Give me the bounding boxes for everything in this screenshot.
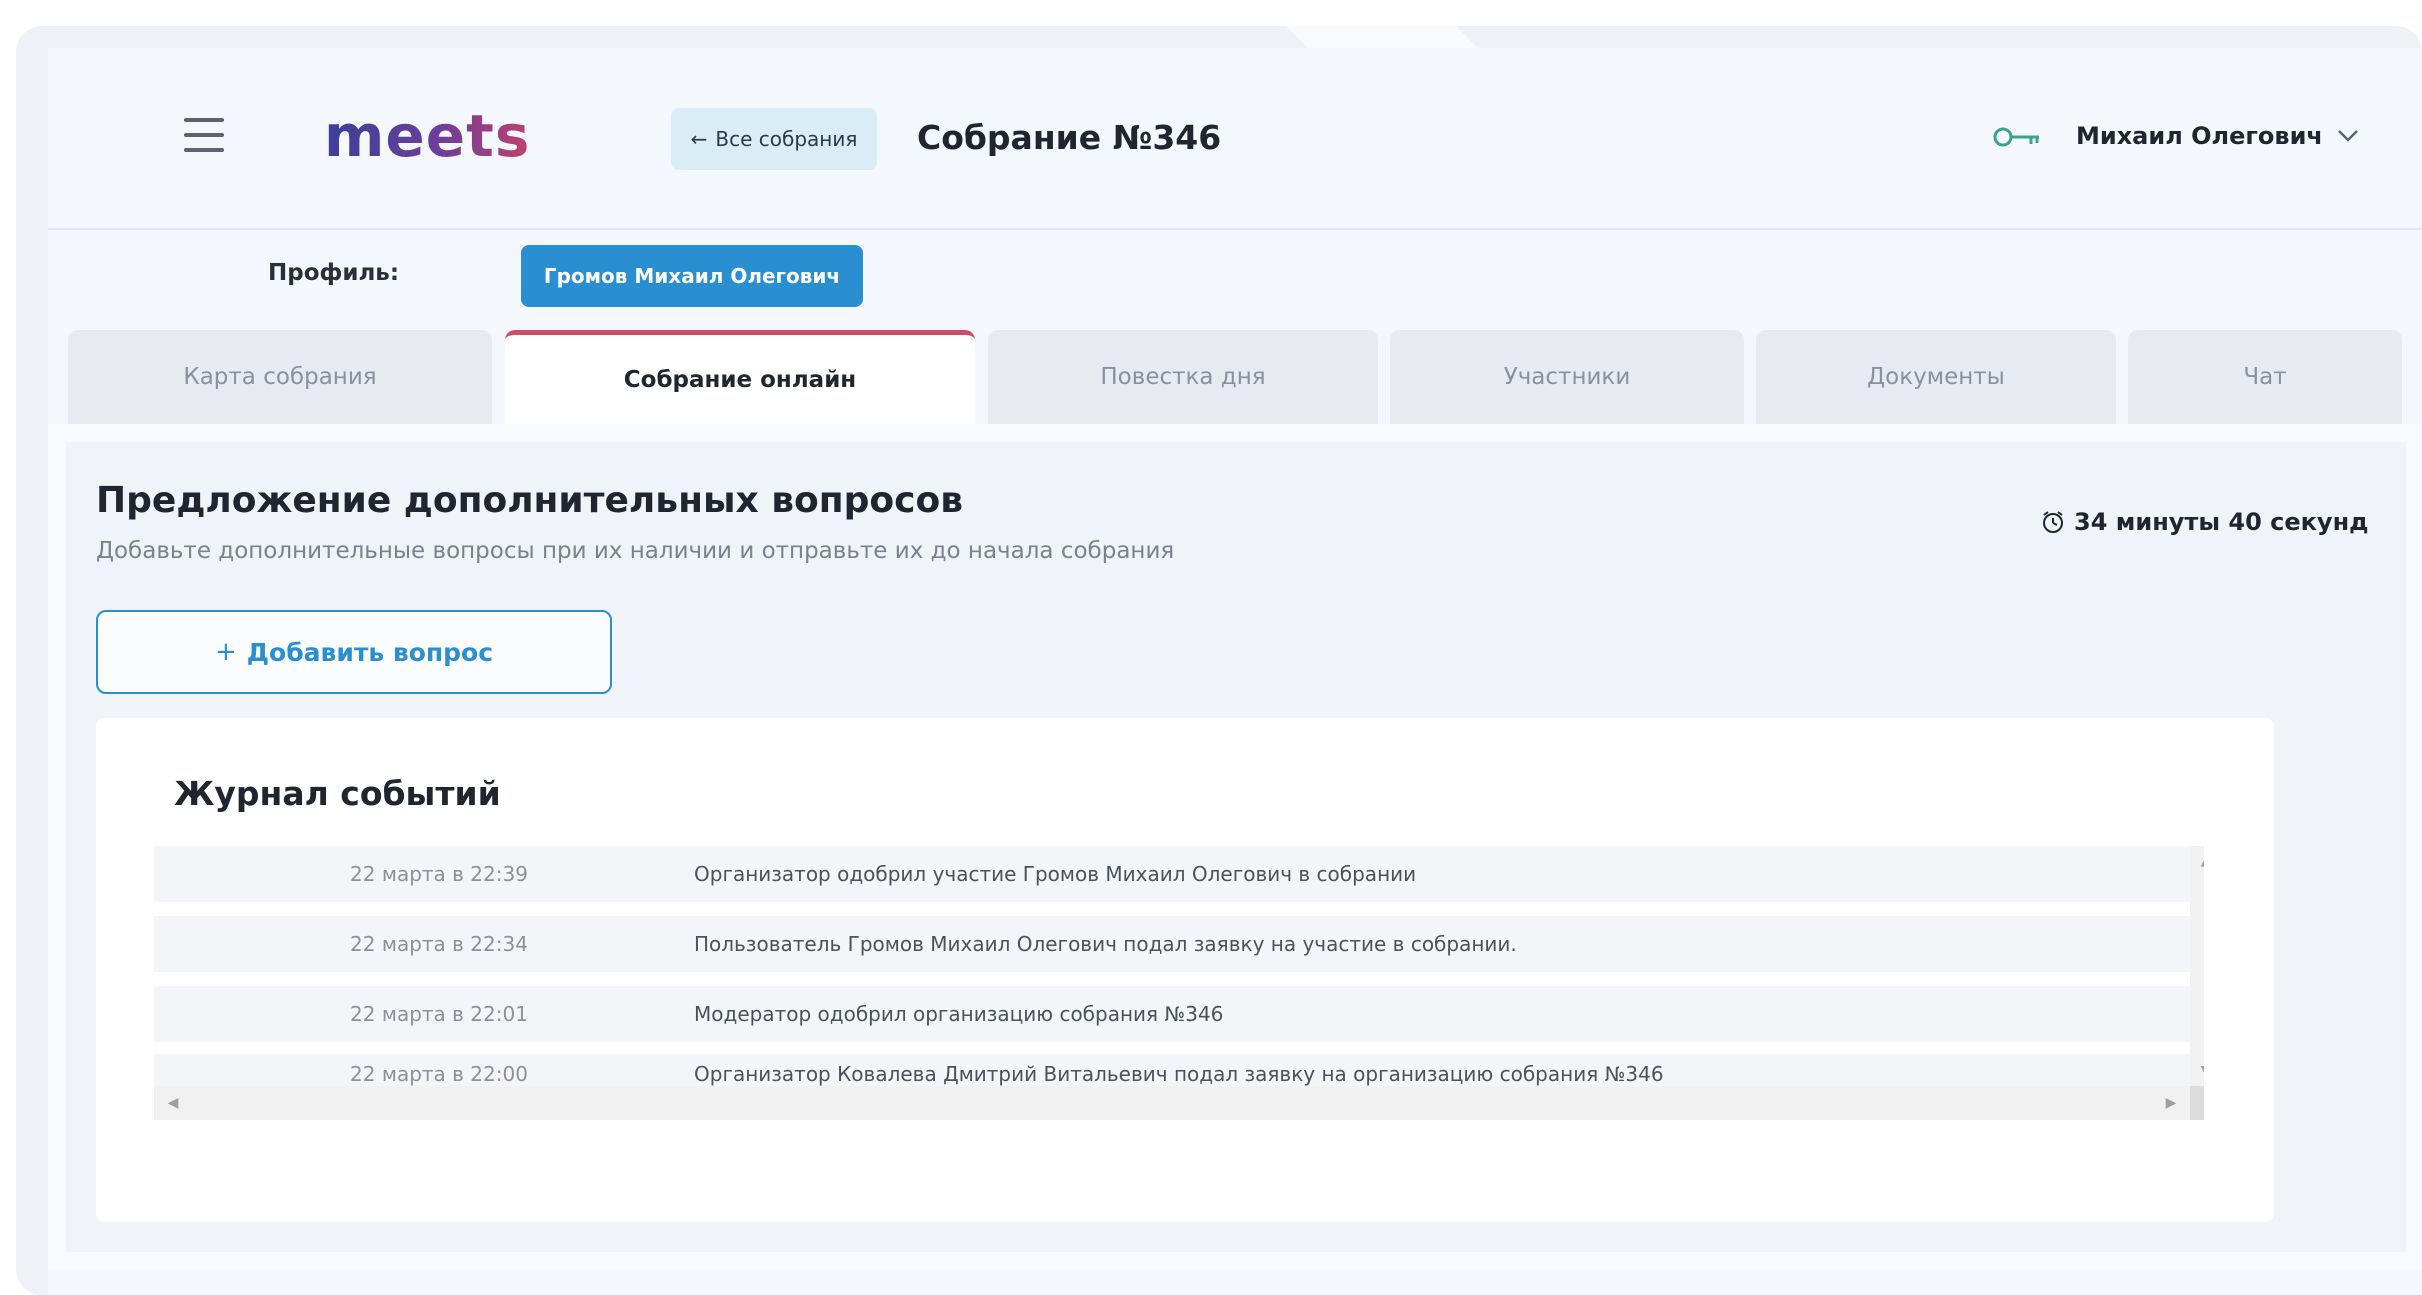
event-log-panel: Журнал событий 22 марта в 22:39 Организа… <box>96 718 2274 1222</box>
add-question-label: Добавить вопрос <box>246 637 494 667</box>
scroll-left-icon[interactable]: ◀ <box>158 1086 188 1120</box>
key-icon <box>1993 127 2039 147</box>
table-row: 22 марта в 22:39 Организатор одобрил уча… <box>154 846 2190 902</box>
top-header: meets ← Все собрания Собрание №346 Михаи… <box>48 48 2422 230</box>
chevron-down-icon <box>2338 130 2358 142</box>
profile-row: Профиль: Громов Михаил Олегович <box>48 232 2422 322</box>
event-date: 22 марта в 22:00 <box>350 1062 528 1086</box>
event-message: Модератор одобрил организацию собрания №… <box>694 1002 1224 1026</box>
event-message: Организатор одобрил участие Громов Михаи… <box>694 862 1417 886</box>
scroll-up-icon[interactable]: ▲ <box>2190 848 2204 874</box>
hamburger-icon[interactable] <box>184 118 224 152</box>
event-log-title: Журнал событий <box>174 774 501 813</box>
event-message: Организатор Ковалева Дмитрий Витальевич … <box>694 1062 1664 1086</box>
table-row: 22 марта в 22:34 Пользователь Громов Мих… <box>154 916 2190 972</box>
horizontal-scrollbar[interactable]: ◀ ▶ <box>154 1086 2190 1120</box>
page-title: Собрание №346 <box>917 118 1222 157</box>
table-row: 22 марта в 22:00 Организатор Ковалева Дм… <box>154 1054 2190 1086</box>
scroll-down-icon[interactable]: ▼ <box>2190 1058 2204 1084</box>
section-title: Предложение дополнительных вопросов <box>96 480 963 521</box>
countdown-timer: 34 минуты 40 секунд <box>2040 508 2369 536</box>
tab-bar: Карта собрания Собрание онлайн Повестка … <box>48 330 2422 424</box>
section-subtitle: Добавьте дополнительные вопросы при их н… <box>96 538 1175 564</box>
table-row: 22 марта в 22:01 Модератор одобрил орган… <box>154 986 2190 1042</box>
all-meetings-label: Все собрания <box>715 127 858 151</box>
add-question-button[interactable]: + Добавить вопрос <box>96 610 612 694</box>
event-date: 22 марта в 22:01 <box>350 1002 528 1026</box>
user-name: Михаил Олегович <box>2076 122 2323 150</box>
profile-label: Профиль: <box>268 260 400 286</box>
event-log-table[interactable]: 22 марта в 22:39 Организатор одобрил уча… <box>154 846 2204 1120</box>
alarm-clock-icon <box>2043 511 2063 533</box>
profile-select-button[interactable]: Громов Михаил Олегович <box>521 245 863 307</box>
tab-chat[interactable]: Чат <box>2128 330 2402 424</box>
event-message: Пользователь Громов Михаил Олегович пода… <box>694 932 1517 956</box>
scroll-thumb[interactable] <box>2194 876 2204 1036</box>
tab-meeting-online[interactable]: Собрание онлайн <box>505 330 975 424</box>
user-menu[interactable]: Михаил Олегович <box>2076 116 2359 156</box>
tab-participants[interactable]: Участники <box>1390 330 1744 424</box>
app-logo[interactable]: meets <box>324 102 530 170</box>
scroll-right-icon[interactable]: ▶ <box>2156 1086 2186 1120</box>
arrow-left-icon: ← <box>690 127 708 151</box>
tab-documents[interactable]: Документы <box>1756 330 2116 424</box>
event-date: 22 марта в 22:34 <box>350 932 528 956</box>
event-date: 22 марта в 22:39 <box>350 862 528 886</box>
tab-meeting-map[interactable]: Карта собрания <box>68 330 492 424</box>
all-meetings-button[interactable]: ← Все собрания <box>671 108 877 170</box>
timer-text: 34 минуты 40 секунд <box>2074 508 2369 536</box>
plus-icon: + <box>214 637 237 667</box>
tab-agenda[interactable]: Повестка дня <box>988 330 1378 424</box>
scrollbar-corner <box>2190 1086 2204 1120</box>
vertical-scrollbar[interactable]: ▲ ▼ <box>2190 846 2204 1120</box>
